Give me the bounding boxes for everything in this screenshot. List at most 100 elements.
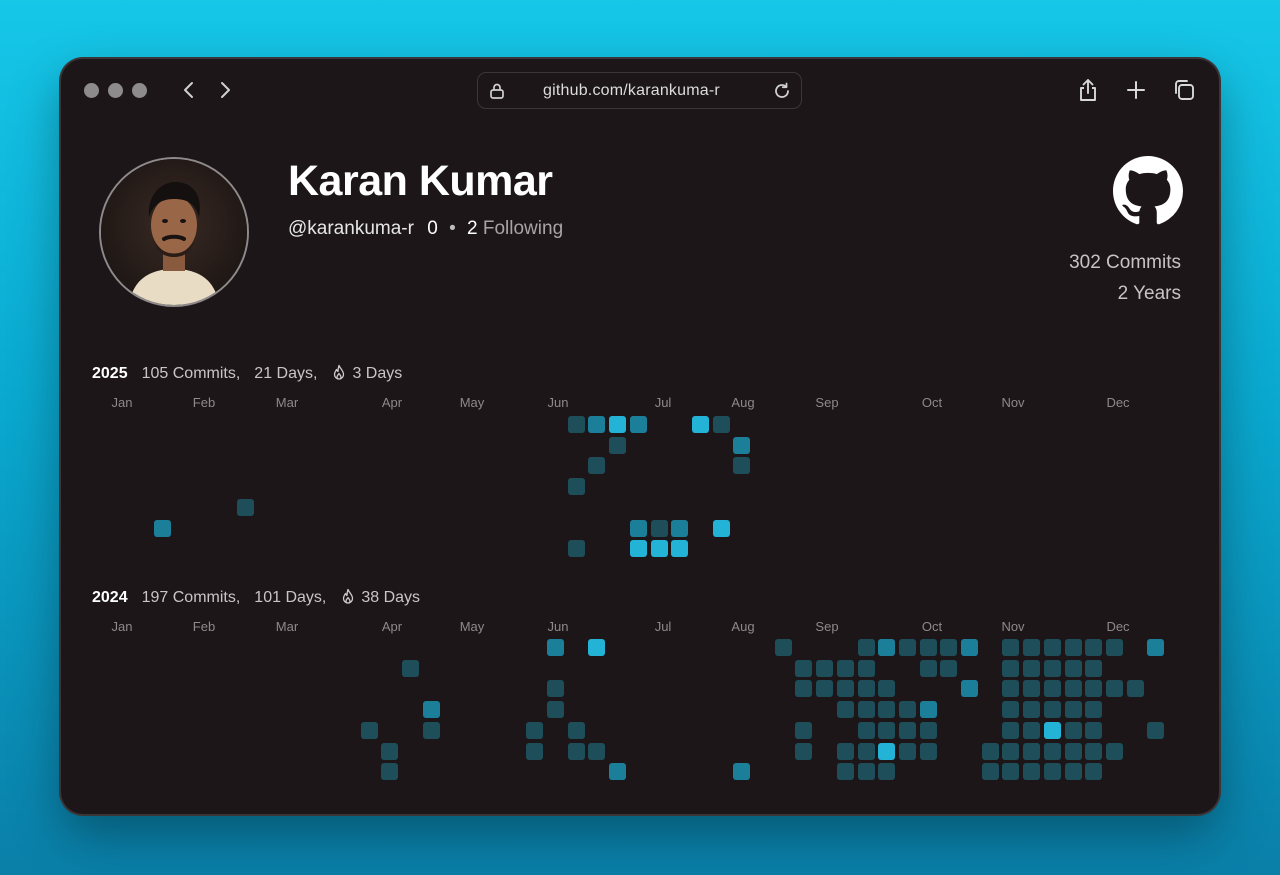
contribution-cell[interactable] [1065, 660, 1082, 677]
contribution-cell[interactable] [775, 639, 792, 656]
contribution-cell[interactable] [237, 499, 254, 516]
contribution-cell[interactable] [1085, 660, 1102, 677]
contribution-cell[interactable] [1002, 722, 1019, 739]
contribution-cell[interactable] [878, 680, 895, 697]
contribution-cell[interactable] [816, 660, 833, 677]
contribution-cell[interactable] [795, 680, 812, 697]
contribution-cell[interactable] [588, 743, 605, 760]
contribution-cell[interactable] [1044, 701, 1061, 718]
contribution-cell[interactable] [1085, 680, 1102, 697]
tabs-overview-icon[interactable] [1171, 77, 1197, 103]
contribution-cell[interactable] [154, 520, 171, 537]
contribution-cell[interactable] [858, 743, 875, 760]
contribution-cell[interactable] [1085, 639, 1102, 656]
contribution-cell[interactable] [1002, 639, 1019, 656]
contribution-cell[interactable] [651, 520, 668, 537]
contribution-cell[interactable] [713, 520, 730, 537]
contribution-cell[interactable] [878, 701, 895, 718]
contribution-cell[interactable] [713, 416, 730, 433]
contribution-cell[interactable] [1002, 680, 1019, 697]
contribution-cell[interactable] [920, 660, 937, 677]
contribution-cell[interactable] [795, 743, 812, 760]
following-count[interactable]: 2 [467, 218, 478, 239]
contribution-cell[interactable] [920, 722, 937, 739]
contribution-cell[interactable] [588, 639, 605, 656]
contribution-cell[interactable] [1147, 639, 1164, 656]
share-icon[interactable] [1075, 77, 1101, 103]
contribution-cell[interactable] [899, 722, 916, 739]
contribution-cell[interactable] [568, 722, 585, 739]
contribution-cell[interactable] [1002, 763, 1019, 780]
contribution-cell[interactable] [1106, 639, 1123, 656]
contribution-cell[interactable] [961, 680, 978, 697]
contribution-cell[interactable] [630, 540, 647, 557]
contribution-cell[interactable] [1023, 722, 1040, 739]
contribution-cell[interactable] [423, 701, 440, 718]
contribution-cell[interactable] [795, 660, 812, 677]
contribution-cell[interactable] [899, 743, 916, 760]
contribution-cell[interactable] [609, 437, 626, 454]
contribution-cell[interactable] [858, 722, 875, 739]
contribution-cell[interactable] [526, 743, 543, 760]
contribution-cell[interactable] [858, 660, 875, 677]
contribution-cell[interactable] [1147, 722, 1164, 739]
contribution-cell[interactable] [361, 722, 378, 739]
contribution-cell[interactable] [671, 520, 688, 537]
contribution-cell[interactable] [837, 701, 854, 718]
contribution-cell[interactable] [837, 660, 854, 677]
contribution-cell[interactable] [982, 743, 999, 760]
contribution-cell[interactable] [651, 540, 668, 557]
minimize-window-button[interactable] [108, 83, 123, 98]
contribution-cell[interactable] [423, 722, 440, 739]
contribution-cell[interactable] [568, 743, 585, 760]
contribution-cell[interactable] [588, 416, 605, 433]
contribution-cell[interactable] [733, 437, 750, 454]
contribution-cell[interactable] [858, 639, 875, 656]
contribution-cell[interactable] [381, 743, 398, 760]
contribution-cell[interactable] [837, 680, 854, 697]
contribution-cell[interactable] [795, 722, 812, 739]
contribution-cell[interactable] [858, 680, 875, 697]
close-window-button[interactable] [84, 83, 99, 98]
contribution-cell[interactable] [899, 639, 916, 656]
contribution-cell[interactable] [1065, 763, 1082, 780]
back-icon[interactable] [177, 78, 201, 102]
contribution-cell[interactable] [1023, 701, 1040, 718]
followers-count[interactable]: 0 [427, 218, 438, 239]
contribution-cell[interactable] [1044, 660, 1061, 677]
contribution-cell[interactable] [878, 722, 895, 739]
contribution-cell[interactable] [1044, 639, 1061, 656]
contribution-cell[interactable] [547, 639, 564, 656]
contribution-cell[interactable] [837, 763, 854, 780]
contribution-cell[interactable] [858, 701, 875, 718]
reload-icon[interactable] [772, 81, 792, 101]
contribution-cell[interactable] [1023, 743, 1040, 760]
contribution-cell[interactable] [1023, 680, 1040, 697]
contribution-cell[interactable] [1127, 680, 1144, 697]
contribution-cell[interactable] [1085, 701, 1102, 718]
contribution-cell[interactable] [816, 680, 833, 697]
contribution-cell[interactable] [630, 520, 647, 537]
contribution-cell[interactable] [1002, 743, 1019, 760]
contribution-cell[interactable] [609, 763, 626, 780]
contribution-cell[interactable] [961, 639, 978, 656]
contribution-cell[interactable] [1023, 660, 1040, 677]
contribution-cell[interactable] [1065, 639, 1082, 656]
contribution-cell[interactable] [858, 763, 875, 780]
contribution-cell[interactable] [733, 457, 750, 474]
new-tab-icon[interactable] [1123, 77, 1149, 103]
contribution-cell[interactable] [878, 743, 895, 760]
contribution-cell[interactable] [1044, 680, 1061, 697]
contribution-cell[interactable] [837, 743, 854, 760]
contribution-cell[interactable] [568, 478, 585, 495]
contribution-cell[interactable] [630, 416, 647, 433]
following-label[interactable]: Following [483, 218, 563, 239]
contribution-cell[interactable] [878, 763, 895, 780]
contribution-cell[interactable] [1065, 722, 1082, 739]
contribution-cell[interactable] [671, 540, 688, 557]
contribution-cell[interactable] [588, 457, 605, 474]
contribution-cell[interactable] [1085, 743, 1102, 760]
contribution-cell[interactable] [381, 763, 398, 780]
contribution-cell[interactable] [1085, 722, 1102, 739]
contribution-cell[interactable] [1002, 660, 1019, 677]
